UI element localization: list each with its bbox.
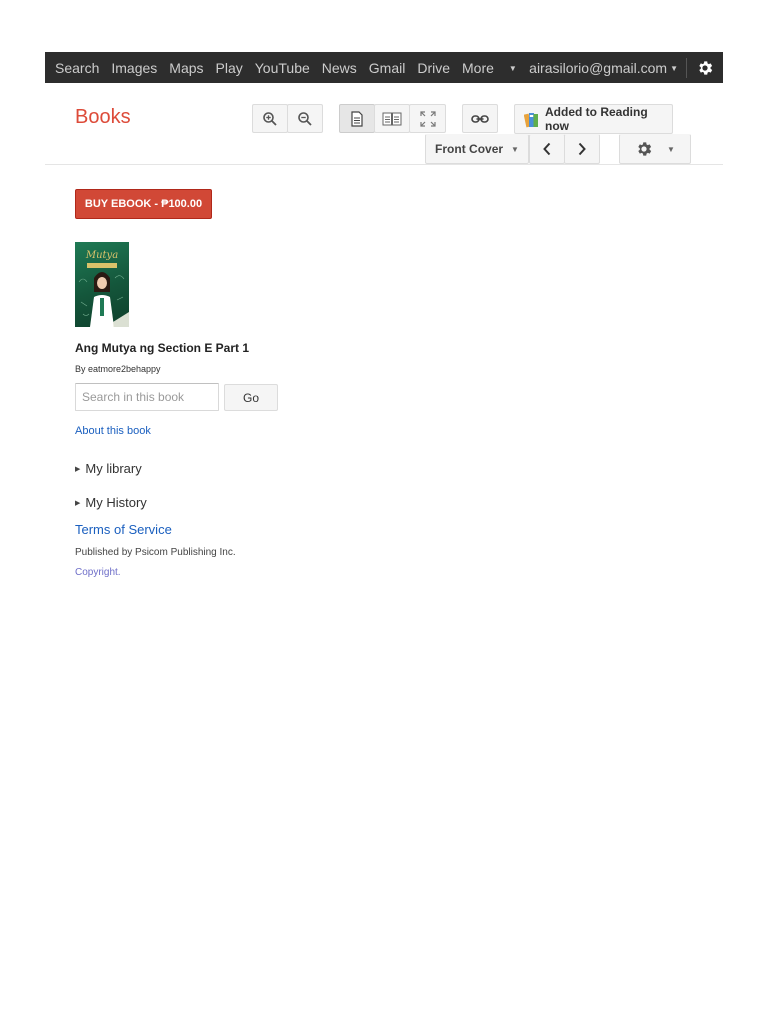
fullscreen-icon [419,110,436,127]
account-area: airasilorio@gmail.com ▼ [529,52,723,83]
nav-drive[interactable]: Drive [417,60,450,76]
about-this-book-link[interactable]: About this book [75,425,151,437]
nav-images[interactable]: Images [111,60,157,76]
fullscreen-button[interactable] [409,104,446,133]
single-page-icon [350,110,364,127]
book-cover-image[interactable]: Mutya [75,242,129,327]
nav-play[interactable]: Play [216,60,243,76]
nav-more-menu[interactable]: More ▼ [462,60,529,76]
terms-of-service-link[interactable]: Terms of Service [75,522,172,537]
buy-ebook-button[interactable]: BUY EBOOK - ₱100.00 [75,189,212,219]
next-page-button[interactable] [564,134,600,164]
zoom-in-icon [262,111,278,127]
triangle-right-icon: ▶ [75,499,81,507]
book-author: By eatmore2behappy [75,364,161,374]
gear-icon [635,140,653,158]
zoom-out-button[interactable] [287,104,323,133]
search-go-button[interactable]: Go [224,384,278,411]
triangle-right-icon: ▶ [75,465,81,473]
book-title: Ang Mutya ng Section E Part 1 [75,341,250,355]
my-library-toggle[interactable]: ▶ My library [75,461,142,476]
divider [686,57,687,78]
books-stack-icon [524,111,539,128]
caret-down-icon: ▼ [508,64,517,74]
added-to-reading-now-button[interactable]: Added to Reading now [514,104,673,134]
nav-maps[interactable]: Maps [169,60,203,76]
nav-news[interactable]: News [322,60,357,76]
caret-down-icon: ▼ [511,144,519,154]
publisher-text: Published by Psicom Publishing Inc. [75,547,236,558]
caret-down-icon: ▼ [667,144,675,154]
two-page-icon [382,111,402,127]
chevron-right-icon [577,142,587,156]
page-select-label: Front Cover [435,142,504,156]
top-nav-links: Search Images Maps Play YouTube News Gma… [45,60,529,76]
header-divider [45,164,723,165]
nav-search[interactable]: Search [55,60,99,76]
top-nav-bar: Search Images Maps Play YouTube News Gma… [45,52,723,83]
my-history-label: My History [85,495,147,510]
two-page-view-button[interactable] [374,104,410,133]
caret-down-icon: ▼ [670,64,678,74]
page-select-dropdown[interactable]: Front Cover ▼ [425,134,529,164]
my-library-label: My library [85,461,142,476]
previous-page-button[interactable] [529,134,565,164]
account-menu[interactable]: airasilorio@gmail.com ▼ [529,60,678,76]
link-button[interactable] [462,104,498,133]
chevron-left-icon [542,142,552,156]
nav-gmail[interactable]: Gmail [369,60,406,76]
gear-icon[interactable] [693,56,717,80]
svg-text:Mutya: Mutya [85,250,118,261]
zoom-in-button[interactable] [252,104,288,133]
nav-youtube[interactable]: YouTube [255,60,310,76]
single-page-view-button[interactable] [339,104,375,133]
account-email: airasilorio@gmail.com [529,59,668,76]
search-in-book-input[interactable] [75,383,219,411]
books-logo[interactable]: Books [75,106,131,129]
nav-more-label: More [462,59,494,76]
zoom-out-icon [297,111,313,127]
reading-now-label: Added to Reading now [545,105,648,133]
link-icon [471,114,489,124]
view-settings-menu[interactable]: ▼ [619,134,691,164]
my-history-toggle[interactable]: ▶ My History [75,495,147,510]
copyright-link[interactable]: Copyright. [75,567,121,578]
publisher-info: Published by Psicom Publishing Inc. Copy… [75,543,250,583]
